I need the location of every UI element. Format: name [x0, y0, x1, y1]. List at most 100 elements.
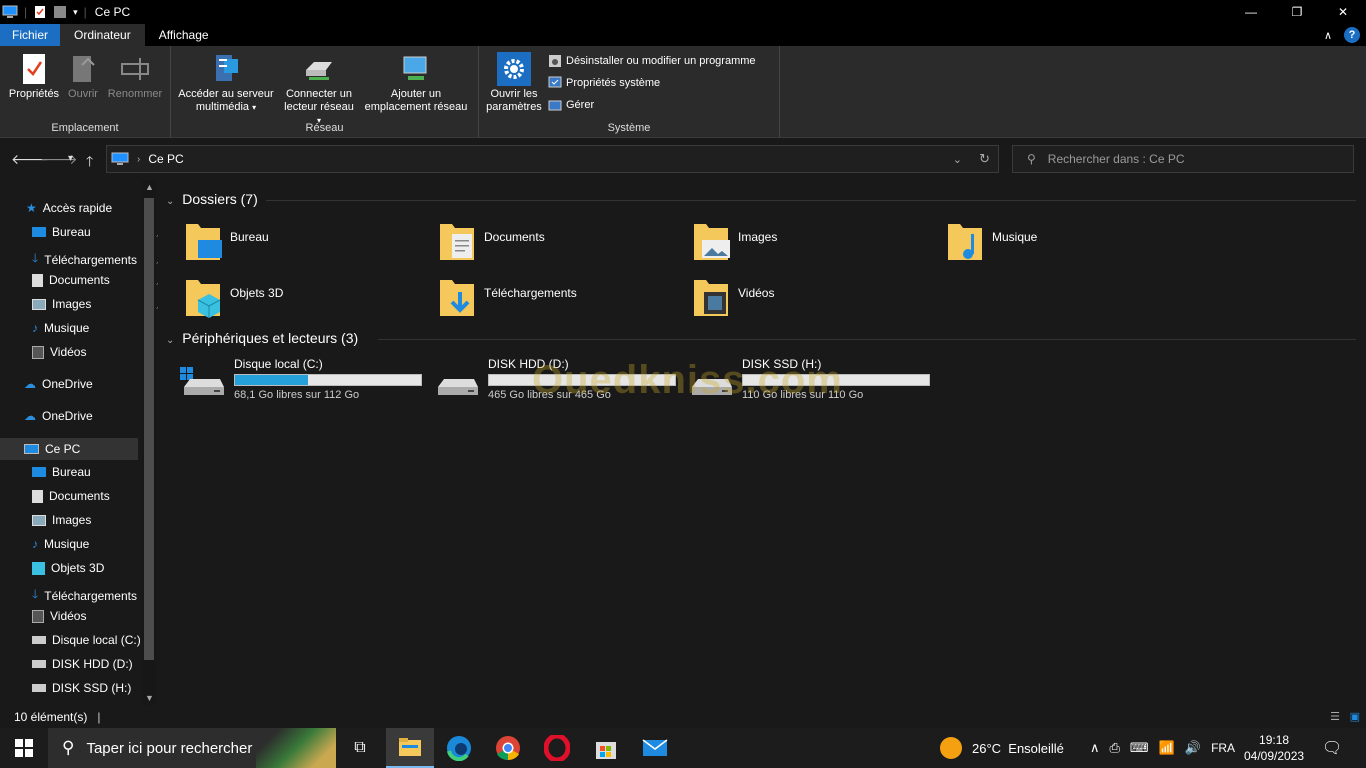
maximize-button[interactable]: ❐	[1274, 0, 1320, 24]
sidebar-label: Bureau	[52, 225, 91, 239]
folders-header-label: Dossiers (7)	[182, 191, 258, 207]
sidebar-label: Vidéos	[50, 609, 87, 623]
minimize-button[interactable]: —	[1228, 0, 1274, 24]
sidebar-label: Disque local (C:)	[52, 633, 141, 647]
media-server-label-1: Accéder au serveur	[178, 88, 274, 100]
scroll-up-icon[interactable]: ▲	[145, 182, 154, 192]
sidebar-label: DISK HDD (D:)	[52, 657, 133, 671]
refresh-icon[interactable]: ↻	[979, 151, 990, 167]
sidebar-item-ce-pc[interactable]: Ce PC	[0, 438, 138, 460]
folder-downloads-icon	[438, 276, 474, 316]
ribbon: Propriétés Ouvrir Renommer Emplacement A…	[0, 46, 1366, 138]
details-view-icon[interactable]: ☰	[1330, 710, 1340, 723]
notification-icon: 🗨	[1322, 740, 1343, 757]
customize-toolbar-icon[interactable]: ▾	[73, 7, 78, 18]
taskbar-file-explorer[interactable]	[386, 728, 434, 768]
scroll-down-icon[interactable]: ▼	[145, 693, 154, 703]
collapse-ribbon-icon[interactable]: ∧	[1324, 29, 1332, 42]
add-network-location-button[interactable]: Ajouter un emplacement réseau	[363, 52, 469, 114]
properties-icon[interactable]	[33, 5, 47, 19]
taskbar-mail[interactable]	[631, 728, 679, 768]
address-path: Ce PC	[148, 152, 184, 166]
sidebar-label: Images	[52, 513, 92, 527]
media-server-button[interactable]: Accéder au serveur multimédia ▾	[177, 52, 275, 114]
language-indicator[interactable]: FRA	[1211, 741, 1235, 755]
section-divider	[266, 200, 1356, 201]
desktop-icon	[32, 467, 46, 477]
sidebar-label: Téléchargements	[44, 588, 137, 603]
ribbon-tabs: Fichier Ordinateur Affichage ∧ ?	[0, 24, 1366, 46]
show-hidden-icons-icon[interactable]: ∧	[1090, 740, 1100, 756]
sidebar-label: Téléchargements	[44, 252, 137, 267]
folder-bureau[interactable]: Bureau	[184, 220, 269, 260]
taskbar-search-placeholder: Taper ici pour rechercher	[86, 739, 253, 757]
rename-button[interactable]: Renommer	[105, 52, 165, 101]
folder-documents[interactable]: Documents	[438, 220, 545, 260]
taskbar-store[interactable]	[582, 728, 630, 768]
group-reseau: Accéder au serveur multimédia ▾ Connecte…	[171, 46, 479, 138]
large-icons-view-icon[interactable]: ▣	[1350, 710, 1360, 723]
tab-ordinateur[interactable]: Ordinateur	[60, 24, 145, 46]
folder-videos-icon	[692, 276, 728, 316]
up-arrow-icon[interactable]: 🡑	[86, 151, 93, 175]
drive-usage-bar	[234, 374, 422, 386]
task-view-button[interactable]: ⧉	[336, 728, 384, 768]
item-count: 10 élément(s)	[14, 709, 88, 724]
clock[interactable]: 19:18 04/09/2023	[1244, 728, 1304, 768]
open-button[interactable]: Ouvrir	[64, 52, 102, 101]
volume-icon[interactable]: 🔊	[1185, 740, 1201, 756]
taskbar-edge[interactable]	[435, 728, 483, 768]
open-icon	[73, 56, 95, 82]
drive-c[interactable]: Disque local (C:) 68,1 Go libres sur 112…	[180, 357, 422, 401]
properties-button[interactable]: Propriétés	[6, 52, 62, 101]
meet-now-icon[interactable]: ⎙	[1110, 740, 1120, 756]
sidebar-scrollbar[interactable]: ▲ ▼	[142, 180, 156, 705]
chevron-down-icon: ⌄	[166, 335, 175, 346]
taskbar-chrome[interactable]	[484, 728, 532, 768]
sidebar-label: Ce PC	[45, 442, 81, 456]
tab-fichier[interactable]: Fichier	[0, 24, 61, 46]
task-view-icon: ⧉	[354, 739, 366, 756]
address-dropdown-icon[interactable]: ⌄	[953, 153, 962, 166]
tab-affichage[interactable]: Affichage	[145, 24, 223, 46]
notification-center-button[interactable]: 🗨	[1322, 728, 1342, 768]
taskbar: ⚲ Taper ici pour rechercher ⧉ 26°C Ensol…	[0, 728, 1366, 768]
map-drive-button[interactable]: Connecter un lecteur réseau ▾	[281, 52, 357, 127]
sidebar-label: Documents	[49, 273, 110, 287]
drives-section-header[interactable]: ⌄ Périphériques et lecteurs (3)	[166, 330, 1356, 346]
recent-locations-icon[interactable]: ▾	[68, 153, 73, 164]
scrollbar-thumb[interactable]	[144, 198, 154, 660]
properties-label: Propriétés	[8, 88, 60, 100]
computer-icon[interactable]	[2, 5, 18, 19]
open-settings-button[interactable]: Ouvrir les paramètres	[483, 52, 545, 114]
map-drive-label-1: Connecter un	[285, 88, 353, 100]
taskbar-search-box[interactable]: ⚲ Taper ici pour rechercher	[48, 728, 336, 768]
folder-images[interactable]: Images	[692, 220, 777, 260]
network-icon[interactable]: 📶	[1159, 740, 1175, 756]
folder-videos[interactable]: Vidéos	[692, 276, 774, 316]
folder-telechargements[interactable]: Téléchargements	[438, 276, 577, 316]
search-icon: ⚲	[62, 738, 75, 757]
close-button[interactable]: ✕	[1320, 0, 1366, 24]
store-icon	[596, 742, 616, 759]
media-server-icon	[216, 55, 238, 81]
folder-musique[interactable]: Musique	[946, 220, 1037, 260]
search-box[interactable]: ⚲ Rechercher dans : Ce PC	[1012, 145, 1354, 173]
uninstall-program-button[interactable]: Désinstaller ou modifier un programme	[548, 54, 756, 68]
system-properties-button[interactable]: Propriétés système	[548, 76, 660, 90]
folders-section-header[interactable]: ⌄ Dossiers (7)	[166, 191, 1356, 207]
help-icon[interactable]: ?	[1344, 27, 1360, 43]
cloud-icon: ☁	[24, 377, 36, 391]
folder-objets-3d[interactable]: Objets 3D	[184, 276, 283, 318]
taskbar-opera[interactable]	[533, 728, 581, 768]
folder-desktop-icon	[184, 220, 222, 260]
breadcrumb-separator-icon: ›	[137, 153, 141, 165]
new-folder-icon[interactable]	[53, 5, 67, 19]
input-indicator-icon[interactable]: ⌨	[1130, 740, 1149, 756]
manage-button[interactable]: Gérer	[548, 98, 594, 112]
start-button[interactable]	[0, 728, 48, 768]
weather-widget[interactable]: 26°C Ensoleillé	[940, 728, 1064, 768]
search-highlight-icon	[256, 728, 336, 768]
hdd-drive-icon	[434, 365, 478, 401]
address-bar[interactable]: › Ce PC ⌄ ↻	[106, 145, 999, 173]
